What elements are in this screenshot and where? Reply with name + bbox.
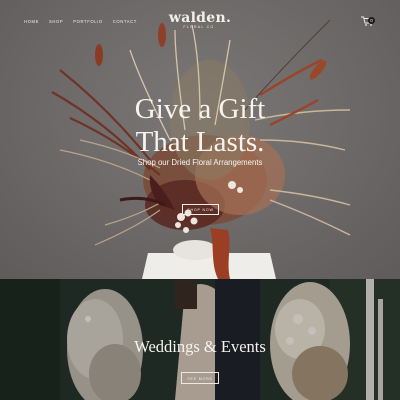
logo-wordmark: walden. — [168, 10, 232, 26]
shop-now-button[interactable]: SHOP NOW — [182, 204, 219, 215]
weddings-title: Weddings & Events — [134, 337, 266, 356]
hero-title-line2: That Lasts. — [135, 126, 265, 159]
weddings-section: Weddings & Events SEE MORE — [0, 279, 400, 400]
hero-section: HOME SHOP PORTFOLIO CONTACT walden. FLOR… — [0, 0, 400, 279]
page: HOME SHOP PORTFOLIO CONTACT walden. FLOR… — [0, 0, 400, 400]
logo-tagline: FLORAL CO. — [183, 25, 217, 29]
hero-title: Give a Gift That Lasts. — [0, 93, 400, 159]
hero-title-line1: Give a Gift — [134, 93, 266, 126]
hero-subtitle: Shop our Dried Floral Arrangements — [137, 158, 263, 167]
site-logo[interactable]: walden. FLORAL CO. — [0, 10, 400, 29]
cart-count-badge[interactable]: 0 — [368, 17, 375, 24]
see-more-button[interactable]: SEE MORE — [181, 372, 219, 384]
